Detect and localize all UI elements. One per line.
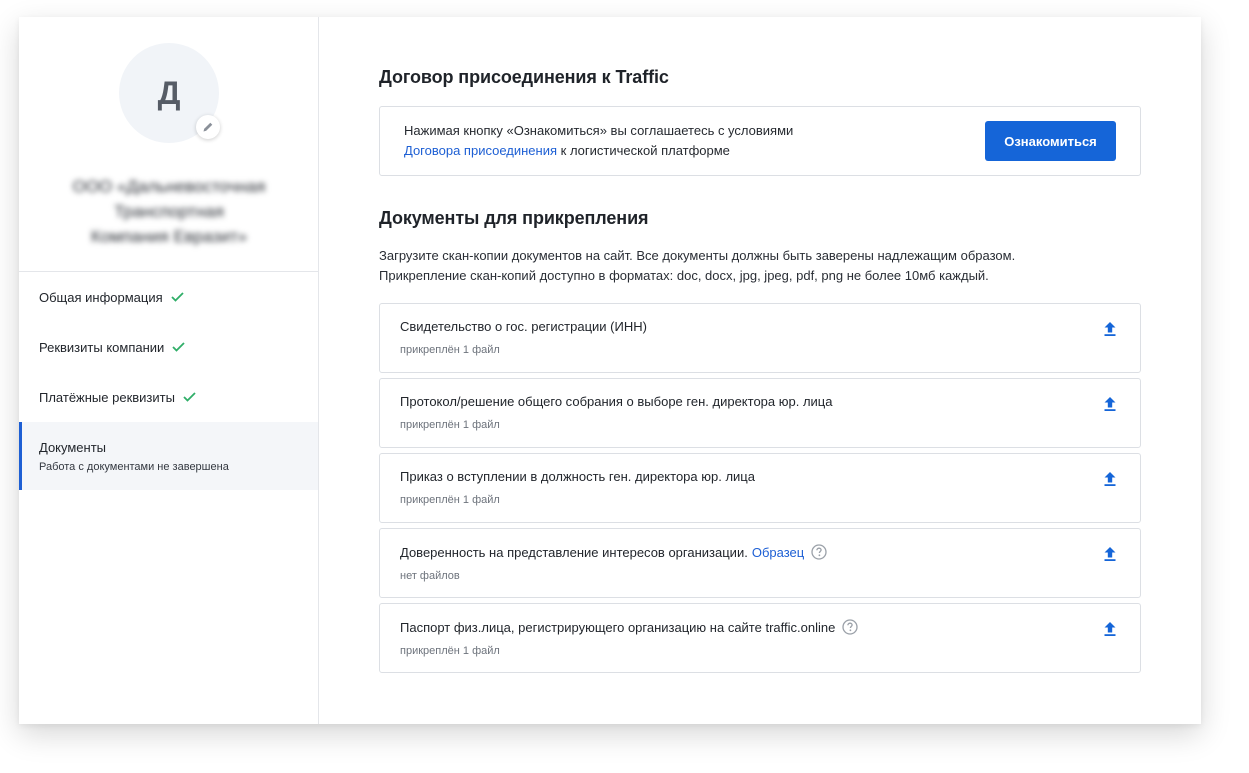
agreement-text-after: к логистической платформе: [557, 143, 730, 158]
document-item-passport: Паспорт физ.лица, регистрирующего органи…: [379, 603, 1141, 673]
document-title: Свидетельство о гос. регистрации (ИНН): [400, 319, 647, 334]
document-status: прикреплён 1 файл: [400, 419, 500, 431]
agreement-box: Нажимая кнопку «Ознакомиться» вы соглаша…: [379, 106, 1141, 176]
sidebar-item-label: Реквизиты компании: [39, 339, 165, 355]
sidebar-item-subtitle: Работа с документами не завершена: [39, 460, 229, 473]
document-item-inn: Свидетельство о гос. регистрации (ИНН) п…: [379, 303, 1141, 373]
sidebar-item-general-info[interactable]: Общая информация: [19, 272, 318, 322]
sidebar-item-company-details[interactable]: Реквизиты компании: [19, 322, 318, 372]
document-title-row: Доверенность на представление интересов …: [400, 544, 1120, 560]
upload-icon[interactable]: [1102, 620, 1118, 638]
check-icon: [183, 392, 196, 402]
sidebar-nav: Общая информация Реквизиты компании Плат…: [19, 272, 318, 490]
upload-icon[interactable]: [1102, 395, 1118, 413]
sidebar-item-label: Платёжные реквизиты: [39, 389, 175, 405]
document-item-protocol: Протокол/решение общего собрания о выбор…: [379, 378, 1141, 448]
registration-card: Д ООО «Дальневосточная Транспортная Комп…: [19, 17, 1201, 724]
check-icon: [172, 342, 185, 352]
document-status: прикреплён 1 файл: [400, 645, 500, 657]
document-title-row: Паспорт физ.лица, регистрирующего органи…: [400, 619, 1120, 635]
sidebar: Д ООО «Дальневосточная Транспортная Комп…: [19, 17, 319, 724]
agreement-text-line-2: Договора присоединения к логистической п…: [404, 141, 793, 161]
avatar-letter: Д: [157, 74, 181, 111]
document-status: прикреплён 1 файл: [400, 494, 500, 506]
documents-description-line: Прикрепление скан-копий доступно в форма…: [379, 268, 989, 283]
question-circle-icon[interactable]: [811, 544, 827, 560]
company-profile: Д ООО «Дальневосточная Транспортная Комп…: [19, 17, 318, 272]
agreement-title: Договор присоединения к Traffic: [379, 67, 669, 87]
check-icon: [171, 292, 184, 302]
sidebar-item-label: Документы: [39, 439, 107, 455]
sidebar-item-payment-details[interactable]: Платёжные реквизиты: [19, 372, 318, 422]
agreement-text-line: Нажимая кнопку «Ознакомиться» вы соглаша…: [404, 123, 794, 138]
sidebar-item-documents[interactable]: Документы Работа с документами не заверш…: [19, 422, 318, 490]
upload-icon[interactable]: [1102, 545, 1118, 563]
question-circle-icon[interactable]: [842, 619, 858, 635]
documents-description-line: Загрузите скан-копии документов на сайт.…: [379, 248, 1016, 263]
document-title: Доверенность на представление интересов …: [400, 544, 748, 560]
main-content: Договор присоединения к Traffic Нажимая …: [319, 17, 1201, 724]
pencil-icon: [203, 122, 213, 132]
sidebar-item-label: Общая информация: [39, 289, 163, 305]
document-status: нет файлов: [400, 570, 460, 582]
document-status: прикреплён 1 файл: [400, 344, 500, 356]
document-title: Приказ о вступлении в должность ген. дир…: [400, 469, 755, 484]
documents-title: Документы для прикрепления: [379, 208, 649, 228]
document-title: Протокол/решение общего собрания о выбор…: [400, 394, 833, 409]
document-item-order: Приказ о вступлении в должность ген. дир…: [379, 453, 1141, 523]
upload-icon[interactable]: [1102, 320, 1118, 338]
document-list: Свидетельство о гос. регистрации (ИНН) п…: [379, 303, 1141, 673]
company-name: ООО «Дальневосточная Транспортная Компан…: [72, 177, 266, 246]
agreement-link[interactable]: Договора присоединения: [404, 143, 557, 158]
sample-link[interactable]: Образец: [752, 545, 804, 560]
document-item-power-of-attorney: Доверенность на представление интересов …: [379, 528, 1141, 598]
upload-icon[interactable]: [1102, 470, 1118, 488]
documents-description: Загрузите скан-копии документов на сайт.…: [379, 246, 1141, 286]
avatar-edit-button[interactable]: [196, 115, 220, 139]
document-title: Паспорт физ.лица, регистрирующего органи…: [400, 619, 836, 635]
agreement-text: Нажимая кнопку «Ознакомиться» вы соглаша…: [404, 121, 793, 161]
review-agreement-button[interactable]: Ознакомиться: [985, 121, 1116, 161]
